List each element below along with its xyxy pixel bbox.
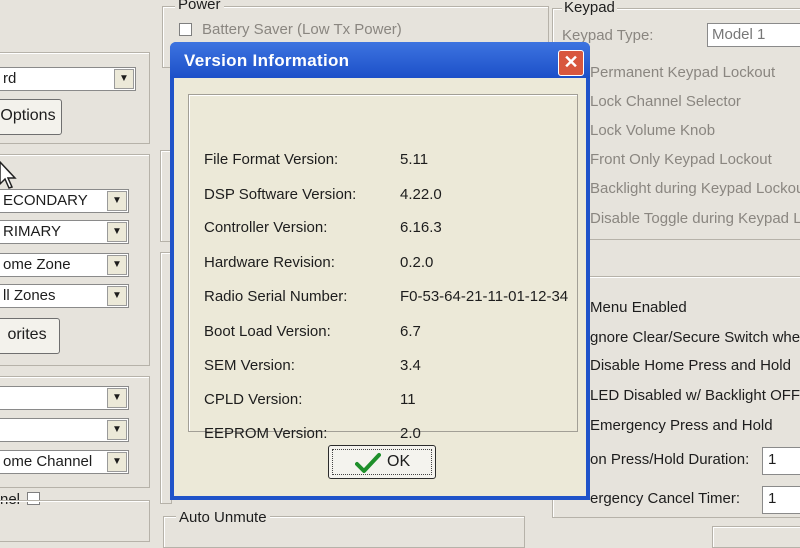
dsp-software-version-value: 4.22.0: [400, 186, 442, 203]
chevron-down-icon: ▼: [107, 452, 127, 472]
chevron-down-icon: ▼: [114, 69, 134, 89]
dialog-titlebar[interactable]: Version Information ✕: [170, 42, 590, 78]
home-zone-select[interactable]: ome Zone ▼: [0, 253, 129, 277]
cpld-version-row: CPLD Version: 11: [204, 391, 574, 411]
home-channel-select-value: ome Channel: [3, 453, 93, 470]
close-button[interactable]: ✕: [558, 50, 584, 76]
chevron-down-icon: ▼: [107, 286, 127, 306]
led-disabled-option[interactable]: LED Disabled w/ Backlight OFF: [590, 387, 800, 404]
auto-unmute-label: Auto Unmute: [176, 509, 270, 526]
power-group-label: Power: [175, 0, 224, 13]
hardware-revision-row: Hardware Revision: 0.2.0: [204, 254, 574, 274]
disable-home-press-option[interactable]: Disable Home Press and Hold: [590, 357, 791, 374]
version-information-dialog: Version Information ✕ File Format Versio…: [170, 42, 590, 500]
secondary-select-value: ECONDARY: [3, 192, 88, 209]
boot-load-version-row: Boot Load Version: 6.7: [204, 323, 574, 343]
primary-select[interactable]: RIMARY ▼: [0, 220, 129, 244]
dialog-title: Version Information: [184, 51, 350, 70]
battery-saver-checkbox[interactable]: [179, 23, 192, 36]
ok-button-focus-ring: [332, 449, 432, 475]
chevron-down-icon: ▼: [107, 255, 127, 275]
chevron-down-icon: ▼: [107, 222, 127, 242]
home-channel-select[interactable]: ome Channel ▼: [0, 450, 129, 474]
checkmark-icon: [355, 453, 381, 473]
primary-select-value: RIMARY: [3, 223, 62, 240]
radio-serial-number-label: Radio Serial Number:: [204, 288, 348, 305]
chevron-down-icon: ▼: [107, 420, 127, 440]
file-format-version-label: File Format Version:: [204, 151, 339, 168]
left-blank-select-1[interactable]: ▼: [0, 386, 129, 410]
file-format-version-value: 5.11: [400, 151, 429, 168]
controller-version-value: 6.16.3: [400, 219, 442, 236]
all-zones-select[interactable]: ll Zones ▼: [0, 284, 129, 308]
left-blank-select-2[interactable]: ▼: [0, 418, 129, 442]
version-info-group: File Format Version: 5.11 DSP Software V…: [188, 94, 578, 442]
options-button[interactable]: Options: [0, 99, 62, 135]
dsp-software-version-label: DSP Software Version:: [204, 186, 357, 203]
keypad-option-lock-channel[interactable]: Lock Channel Selector: [590, 93, 741, 110]
menu-enabled-option[interactable]: Menu Enabled: [590, 299, 687, 316]
press-hold-duration-label: on Press/Hold Duration:: [590, 451, 750, 468]
keypad-option-permanent-lockout[interactable]: Permanent Keypad Lockout: [590, 64, 775, 81]
chevron-down-icon: ▼: [107, 388, 127, 408]
cpld-version-label: CPLD Version:: [204, 391, 303, 408]
right-footer-group: [712, 526, 800, 548]
close-icon: ✕: [563, 52, 579, 72]
favorites-button[interactable]: orites: [0, 318, 60, 354]
left-group-footer: [0, 500, 150, 542]
sem-version-row: SEM Version: 3.4: [204, 357, 574, 377]
dialog-body: File Format Version: 5.11 DSP Software V…: [174, 78, 586, 496]
emergency-press-option[interactable]: Emergency Press and Hold: [590, 417, 773, 434]
keypad-type-value: Model 1: [712, 26, 766, 43]
chevron-down-icon: ▼: [107, 191, 127, 211]
ignore-clear-secure-option[interactable]: gnore Clear/Secure Switch whe: [590, 329, 800, 346]
keypad-option-backlight[interactable]: Backlight during Keypad Lockout: [590, 180, 800, 197]
keypad-group-label: Keypad: [562, 0, 617, 16]
radio-serial-number-row: Radio Serial Number: F0-53-64-21-11-01-1…: [204, 288, 574, 308]
ok-button-label: OK: [387, 453, 411, 470]
controller-version-label: Controller Version:: [204, 219, 328, 236]
eeprom-version-value: 2.0: [400, 425, 421, 442]
all-zones-select-value: ll Zones: [3, 287, 56, 304]
emergency-cancel-timer-input[interactable]: 1: [762, 486, 800, 514]
left-top-select-value: rd: [3, 70, 17, 87]
press-hold-duration-value: 1: [768, 451, 777, 468]
battery-saver-label: Battery Saver (Low Tx Power): [202, 21, 402, 38]
emergency-cancel-timer-value: 1: [768, 490, 777, 507]
keypad-option-lock-volume[interactable]: Lock Volume Knob: [590, 122, 715, 139]
boot-load-version-value: 6.7: [400, 323, 421, 340]
radio-serial-number-value: F0-53-64-21-11-01-12-34: [400, 288, 569, 305]
favorites-button-label: orites: [7, 326, 47, 343]
options-button-label: Options: [0, 107, 56, 124]
keypad-option-front-only[interactable]: Front Only Keypad Lockout: [590, 151, 772, 168]
secondary-select[interactable]: ECONDARY ▼: [0, 189, 129, 213]
eeprom-version-label: EEPROM Version:: [204, 425, 328, 442]
eeprom-version-row: EEPROM Version: 2.0: [204, 425, 574, 445]
ok-button[interactable]: OK: [328, 445, 436, 479]
sem-version-label: SEM Version:: [204, 357, 295, 374]
cpld-version-value: 11: [400, 391, 416, 408]
emergency-cancel-timer-label: ergency Cancel Timer:: [590, 490, 741, 507]
boot-load-version-label: Boot Load Version:: [204, 323, 331, 340]
hardware-revision-label: Hardware Revision:: [204, 254, 335, 271]
press-hold-duration-input[interactable]: 1: [762, 447, 800, 475]
hardware-revision-value: 0.2.0: [400, 254, 434, 271]
keypad-option-disable-toggle[interactable]: Disable Toggle during Keypad Lo: [590, 210, 800, 227]
file-format-version-row: File Format Version: 5.11: [204, 151, 574, 171]
left-top-select[interactable]: rd ▼: [0, 67, 136, 91]
dsp-software-version-row: DSP Software Version: 4.22.0: [204, 186, 574, 206]
controller-version-row: Controller Version: 6.16.3: [204, 219, 574, 239]
sem-version-value: 3.4: [400, 357, 421, 374]
keypad-type-select[interactable]: Model 1: [707, 23, 800, 47]
home-zone-select-value: ome Zone: [3, 256, 71, 273]
